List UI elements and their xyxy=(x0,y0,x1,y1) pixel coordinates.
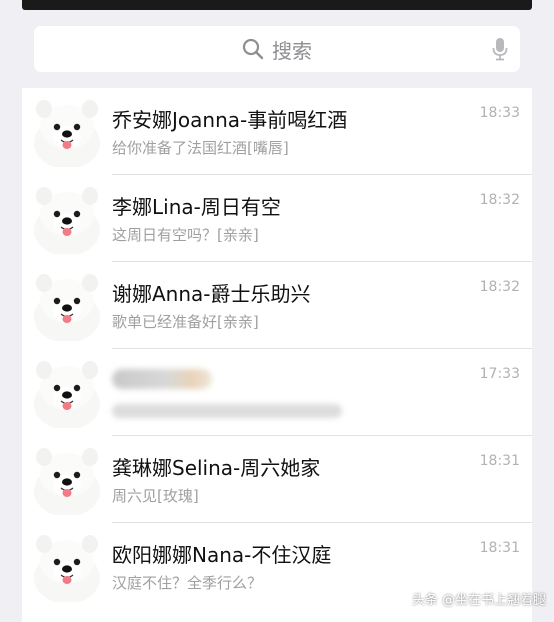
chat-time: 18:32 xyxy=(479,192,520,208)
white-dog-avatar-icon xyxy=(30,97,104,167)
chat-time: 18:32 xyxy=(479,279,520,295)
white-dog-avatar-icon xyxy=(30,532,104,602)
chat-name: 龚琳娜Selina-周六她家 xyxy=(112,456,321,480)
search-placeholder-group: 搜索 xyxy=(242,35,312,64)
top-bar xyxy=(22,0,532,10)
chat-preview: 给你准备了法国红酒[嘴唇] xyxy=(112,139,289,157)
chat-name: 欧阳娜娜Nana-不住汉庭 xyxy=(112,543,332,567)
chat-row[interactable]: 谢娜Anna-爵士乐助兴 歌单已经准备好[亲亲] 18:32 xyxy=(22,262,532,349)
watermark: 头条 @坐在书上翘着腿 xyxy=(411,593,546,608)
search-placeholder: 搜索 xyxy=(272,38,312,63)
search-area: 搜索 xyxy=(22,10,532,86)
chat-row[interactable]: 乔安娜Joanna-事前喝红酒 给你准备了法国红酒[嘴唇] 18:33 xyxy=(22,88,532,175)
chat-time: 18:31 xyxy=(479,540,520,556)
chat-time: 18:31 xyxy=(479,453,520,469)
white-dog-avatar-icon xyxy=(30,358,104,428)
chat-time: 17:33 xyxy=(479,366,520,382)
white-dog-avatar-icon xyxy=(30,184,104,254)
chat-preview: 周六见[玫瑰] xyxy=(112,487,199,505)
blurred-chat-name xyxy=(112,369,212,389)
chat-name: 李娜Lina-周日有空 xyxy=(112,195,281,219)
chat-list: 乔安娜Joanna-事前喝红酒 给你准备了法国红酒[嘴唇] 18:33 李娜Li… xyxy=(22,88,532,622)
search-input[interactable]: 搜索 xyxy=(34,26,520,72)
chat-preview: 这周日有空吗？[亲亲] xyxy=(112,226,259,244)
chat-time: 18:33 xyxy=(479,105,520,121)
chat-name: 乔安娜Joanna-事前喝红酒 xyxy=(112,108,348,132)
search-icon xyxy=(242,38,264,60)
chat-preview: 汉庭不住？全季行么？ xyxy=(112,574,263,592)
chat-preview: 歌单已经准备好[亲亲] xyxy=(112,313,259,331)
chat-row[interactable]: 李娜Lina-周日有空 这周日有空吗？[亲亲] 18:32 xyxy=(22,175,532,262)
microphone-icon[interactable] xyxy=(492,37,508,61)
white-dog-avatar-icon xyxy=(30,271,104,341)
chat-row[interactable]: 龚琳娜Selina-周六她家 周六见[玫瑰] 18:31 xyxy=(22,436,532,523)
white-dog-avatar-icon xyxy=(30,445,104,515)
blurred-chat-preview xyxy=(112,404,342,418)
chat-name: 谢娜Anna-爵士乐助兴 xyxy=(112,282,311,306)
chat-row-blurred[interactable]: 17:33 xyxy=(22,349,532,436)
